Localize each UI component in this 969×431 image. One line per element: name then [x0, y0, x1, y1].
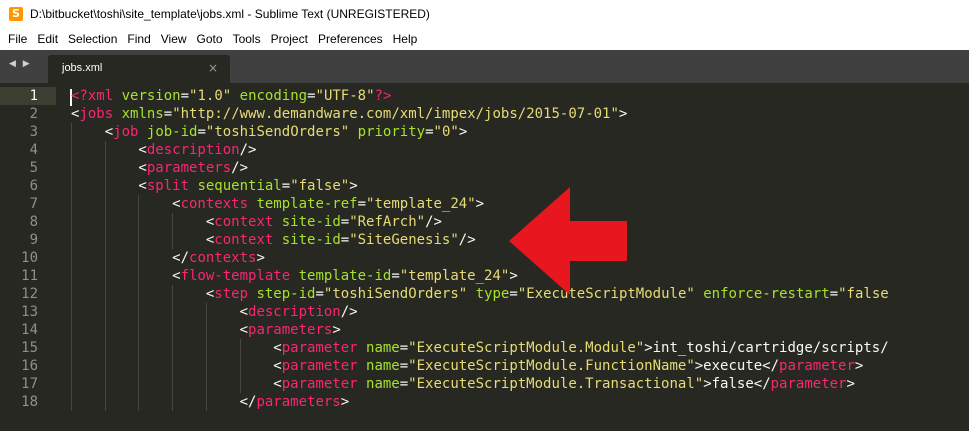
- menu-tools[interactable]: Tools: [228, 32, 266, 46]
- window-title-bar: S D:\bitbucket\toshi\site_template\jobs.…: [0, 0, 969, 28]
- tab-label: jobs.xml: [62, 62, 103, 74]
- tab-close-icon[interactable]: ×: [208, 61, 218, 75]
- menu-bar: File Edit Selection Find View Goto Tools…: [0, 28, 969, 50]
- menu-preferences[interactable]: Preferences: [313, 32, 388, 46]
- code-editor[interactable]: 1 <?xml version="1.0" encoding="UTF-8"?> 2…: [0, 83, 969, 431]
- menu-file[interactable]: File: [3, 32, 32, 46]
- menu-selection[interactable]: Selection: [63, 32, 122, 46]
- menu-edit[interactable]: Edit: [32, 32, 63, 46]
- window-title: D:\bitbucket\toshi\site_template\jobs.xm…: [30, 7, 430, 21]
- menu-goto[interactable]: Goto: [192, 32, 228, 46]
- menu-view[interactable]: View: [156, 32, 192, 46]
- menu-find[interactable]: Find: [122, 32, 155, 46]
- sublime-text-app-icon: S: [9, 7, 23, 21]
- menu-project[interactable]: Project: [266, 32, 313, 46]
- red-arrow-annotation: [509, 187, 627, 295]
- tab-jobs-xml[interactable]: jobs.xml ×: [48, 55, 230, 83]
- menu-help[interactable]: Help: [388, 32, 423, 46]
- tab-nav-arrows-icon[interactable]: ◀ ▶: [9, 59, 32, 69]
- tab-bar: ◀ ▶ jobs.xml ×: [0, 50, 969, 83]
- red-arrow-shape: [509, 187, 627, 295]
